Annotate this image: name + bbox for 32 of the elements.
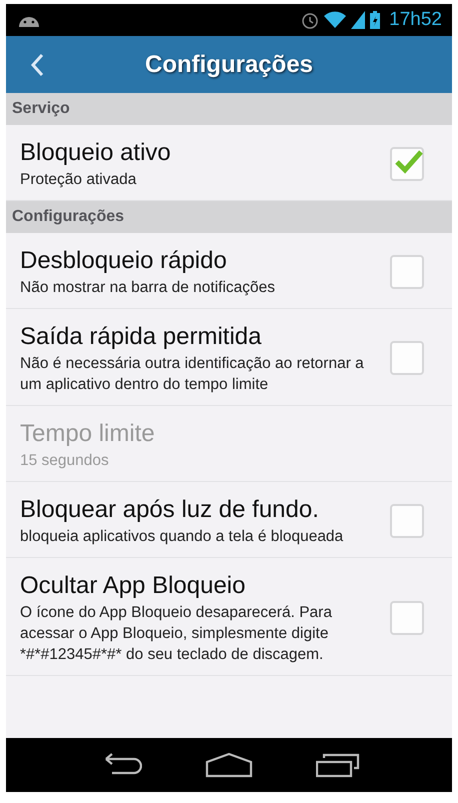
checkbox[interactable] xyxy=(390,341,424,375)
setting-title: Saída rápida permitida xyxy=(20,322,262,352)
checkbox[interactable] xyxy=(390,254,424,288)
home-icon[interactable] xyxy=(204,752,253,778)
checkbox[interactable] xyxy=(390,600,424,634)
setting-row[interactable]: Desbloqueio rápido Não mostrar na barra de notificações xyxy=(6,233,452,309)
setting-summary: 15 segundos xyxy=(20,451,110,471)
recents-icon[interactable] xyxy=(316,752,360,778)
signal-icon xyxy=(351,11,366,29)
section-header: Configurações xyxy=(6,201,452,233)
back-icon xyxy=(30,52,44,76)
setting-title: Bloqueio ativo xyxy=(20,138,172,168)
setting-summary: bloqueia aplicativos quando a tela é bloqueada xyxy=(20,527,344,547)
alarm-icon xyxy=(301,11,320,29)
setting-summary: O ícone do App Bloqueio desaparecerá. Para acessar o App Bloqueio, simplesmente digite *#*#12345#*#* do seu teclado de discagem. xyxy=(20,603,333,665)
clock-text: 17h52 xyxy=(389,9,442,31)
battery-icon xyxy=(370,11,380,29)
checkbox[interactable] xyxy=(390,146,424,180)
setting-summary: Não mostrar na barra de notificações xyxy=(20,278,276,298)
setting-title: Tempo limite xyxy=(20,419,156,449)
screen-title: Configurações xyxy=(144,50,314,78)
checkbox[interactable] xyxy=(390,504,424,538)
setting-summary: Não é necessária outra identificação ao retornar a um aplicativo dentro do tempo limite xyxy=(20,354,365,395)
section-header: Serviço xyxy=(6,93,452,125)
setting-row[interactable]: Ocultar App Bloqueio O ícone do App Bloqueio desaparecerá. Para acessar o App Bloqueio, simplesmente digite *#*#12345#*#* do seu teclado de discagem. xyxy=(6,558,452,676)
setting-title: Ocultar App Bloqueio xyxy=(20,571,246,601)
setting-summary: Proteção ativada xyxy=(20,170,138,190)
wifi-icon xyxy=(324,11,346,29)
setting-row[interactable]: Saída rápida permitida Não é necessária outra identificação ao retornar a um aplicativo dentro do tempo limite xyxy=(6,309,452,406)
setting-row[interactable]: Bloquear após luz de fundo. bloqueia aplicativos quando a tela é bloqueada xyxy=(6,482,452,558)
setting-title: Desbloqueio rápido xyxy=(20,246,228,276)
setting-title: Bloquear após luz de fundo. xyxy=(20,495,320,525)
